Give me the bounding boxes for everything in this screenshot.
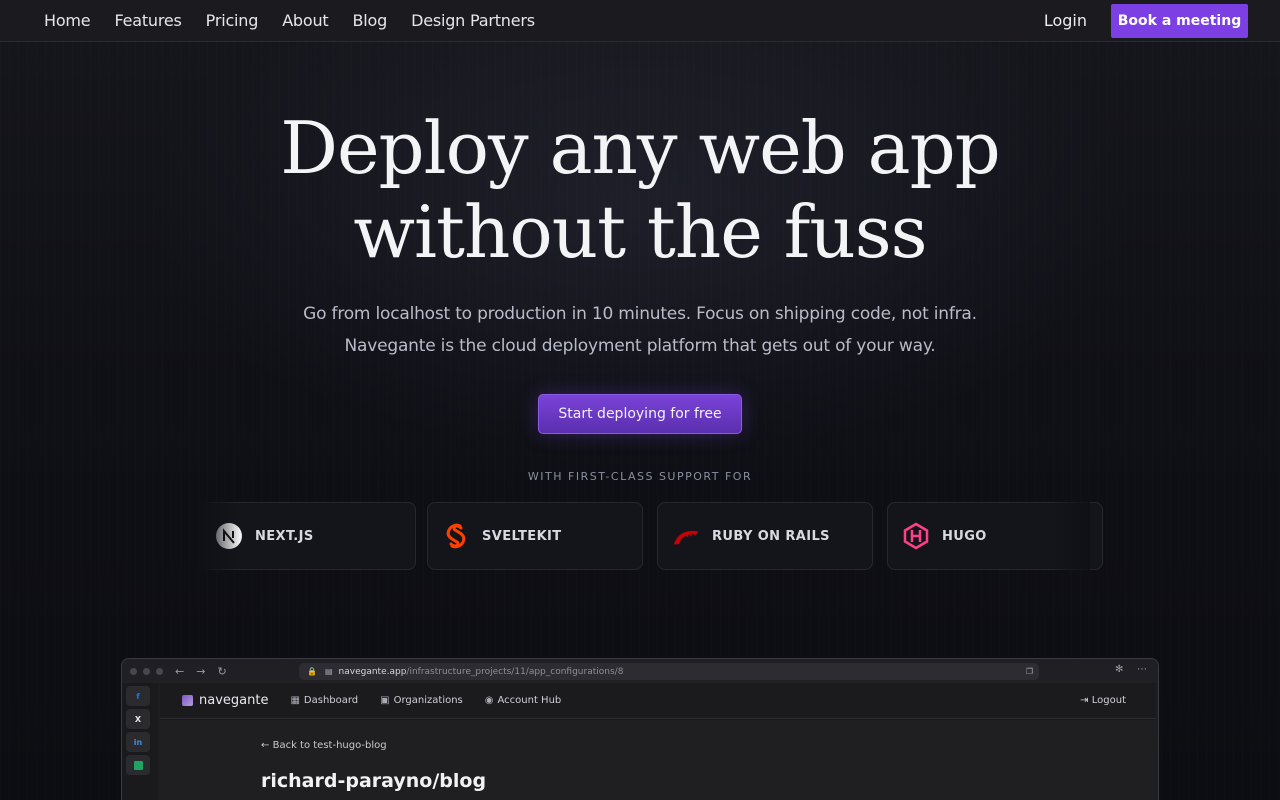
site-settings-icon: ▤ <box>324 667 333 676</box>
reload-icon: ↻ <box>217 664 227 678</box>
framework-name: SVELTEKIT <box>482 528 562 544</box>
app-logout-label: Logout <box>1091 695 1126 706</box>
window-dot <box>156 667 163 675</box>
carousel-fade-right <box>1050 500 1090 572</box>
nav-link-blog[interactable]: Blog <box>353 11 388 30</box>
logout-icon: ⇥ <box>1080 695 1089 706</box>
grid-icon: ▦ <box>290 695 300 706</box>
framework-card-sveltekit: SVELTEKIT <box>427 502 643 570</box>
app-nav-label: Organizations <box>393 695 463 706</box>
framework-list: NEXT.JS SVELTEKIT RUBY ON RAILS HUGO <box>200 502 1103 570</box>
nav-links: Home Features Pricing About Blog Design … <box>44 11 559 30</box>
start-deploying-button[interactable]: Start deploying for free <box>538 394 742 434</box>
framework-card-rails: RUBY ON RAILS <box>657 502 873 570</box>
book-meeting-button[interactable]: Book a meeting <box>1111 3 1248 38</box>
hero-title-line-1: Deploy any web app <box>280 106 1001 190</box>
framework-name: HUGO <box>942 528 987 544</box>
nav-link-design-partners[interactable]: Design Partners <box>411 11 535 30</box>
top-nav: Home Features Pricing About Blog Design … <box>0 0 1280 42</box>
framework-name: RUBY ON RAILS <box>712 528 830 544</box>
linkedin-icon: in <box>126 732 150 752</box>
app-nav-organizations: ▣ Organizations <box>380 695 463 706</box>
rails-icon <box>672 522 700 550</box>
user-circle-icon: ◉ <box>484 695 494 706</box>
navegante-logo-icon <box>182 695 193 706</box>
app-nav-account-hub: ◉ Account Hub <box>485 695 562 706</box>
sheets-icon <box>126 755 150 775</box>
lock-icon: 🔒 <box>307 667 317 676</box>
browser-screenshot: ← → ↻ 🔒 ▤ navegante.app/infrastructure_p… <box>121 658 1159 800</box>
hero-subtitle-line-1: Go from localhost to production in 10 mi… <box>303 304 977 324</box>
app-logo: navegante <box>182 693 268 708</box>
building-icon: ▣ <box>380 695 390 706</box>
hero-subtitle-line-2: Navegante is the cloud deployment platfo… <box>344 336 936 356</box>
nav-link-pricing[interactable]: Pricing <box>206 11 259 30</box>
app-nav-dashboard: ▦ Dashboard <box>290 695 358 706</box>
url-host: navegante.app <box>338 666 407 677</box>
url-path: /infrastructure_projects/11/app_configur… <box>406 666 624 677</box>
app-window: navegante ▦ Dashboard ▣ Organizations ◉ … <box>160 683 1156 800</box>
nav-actions: Login Book a meeting <box>1044 3 1248 38</box>
copy-icon: ❐ <box>1025 667 1033 676</box>
x-icon: X <box>126 709 150 729</box>
facebook-icon: f <box>126 686 150 706</box>
back-link-label: Back to test-hugo-blog <box>272 740 387 751</box>
app-logo-text: navegante <box>199 693 269 708</box>
browser-sidebar: f X in <box>122 683 158 800</box>
svelte-icon <box>442 522 470 550</box>
hugo-icon <box>902 522 930 550</box>
window-dot <box>143 667 150 675</box>
hero-title-line-2: without the fuss <box>353 190 927 274</box>
repo-title: richard-parayno/blog <box>261 770 487 792</box>
back-arrow-icon: ← <box>261 740 270 751</box>
framework-name: NEXT.JS <box>255 528 314 544</box>
extensions-icon: ✻ <box>1115 664 1124 675</box>
app-nav-label: Account Hub <box>497 695 562 706</box>
login-link[interactable]: Login <box>1044 11 1087 30</box>
hero-title: Deploy any web app without the fuss <box>0 106 1280 274</box>
window-dot <box>130 667 137 675</box>
nav-link-home[interactable]: Home <box>44 11 91 30</box>
back-link: ← Back to test-hugo-blog <box>261 740 387 751</box>
app-nav-label: Dashboard <box>303 695 359 706</box>
nav-link-about[interactable]: About <box>282 11 329 30</box>
hero-subtitle: Go from localhost to production in 10 mi… <box>0 298 1280 362</box>
nav-link-features[interactable]: Features <box>114 11 181 30</box>
url-bar: 🔒 ▤ navegante.app/infrastructure_project… <box>299 663 1039 680</box>
carousel-fade-left <box>200 500 240 572</box>
more-options-icon: ⋯ <box>1137 664 1147 675</box>
forward-arrow-icon: → <box>196 664 206 678</box>
back-arrow-icon: ← <box>175 664 185 678</box>
app-main: ← Back to test-hugo-blog richard-parayno… <box>160 720 1156 800</box>
app-nav: navegante ▦ Dashboard ▣ Organizations ◉ … <box>160 683 1156 719</box>
support-label: WITH FIRST-CLASS SUPPORT FOR <box>527 470 753 483</box>
app-logout: ⇥ Logout <box>1080 695 1126 706</box>
